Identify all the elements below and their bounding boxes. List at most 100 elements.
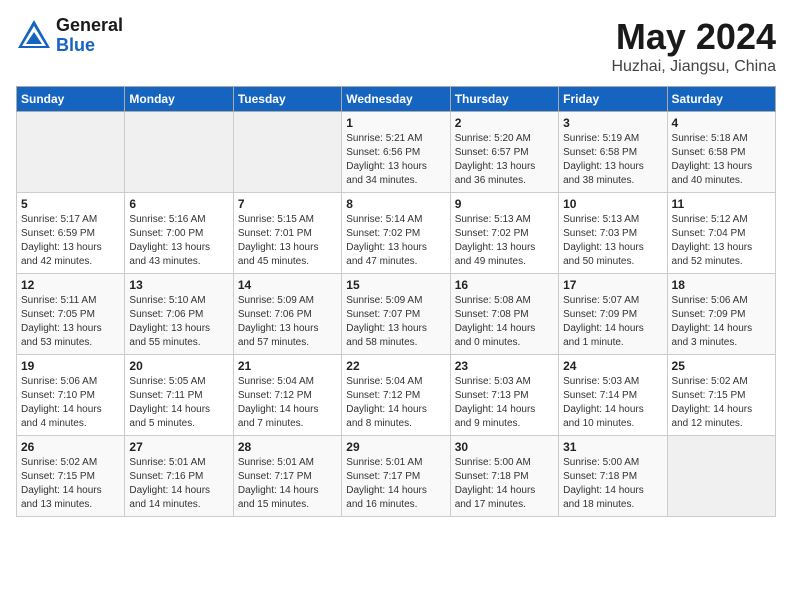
page-header: General Blue May 2024 Huzhai, Jiangsu, C… [16, 16, 776, 76]
day-number: 3 [563, 116, 662, 130]
table-row: 26 Sunrise: 5:02 AMSunset: 7:15 PMDayligh… [17, 436, 125, 517]
day-number: 26 [21, 440, 120, 454]
table-row [233, 112, 341, 193]
cell-content: Sunrise: 5:06 AMSunset: 7:10 PMDaylight:… [21, 375, 120, 431]
table-row: 6Sunrise: 5:16 AMSunset: 7:00 PMDaylight… [125, 193, 233, 274]
table-row: 22 Sunrise: 5:04 AMSunset: 7:12 PMDayligh… [342, 355, 450, 436]
day-number: 11 [672, 197, 771, 211]
logo-icon [16, 18, 52, 54]
table-row: 28 Sunrise: 5:01 AMSunset: 7:17 PMDayligh… [233, 436, 341, 517]
day-number: 1 [346, 116, 445, 130]
table-row: 30Sunrise: 5:00 AMSunset: 7:18 PMDayligh… [450, 436, 558, 517]
day-number: 22 [346, 359, 445, 373]
header-sunday: Sunday [17, 87, 125, 112]
calendar-week-row: 19Sunrise: 5:06 AMSunset: 7:10 PMDayligh… [17, 355, 776, 436]
day-number: 5 [21, 197, 120, 211]
table-row: 21 Sunrise: 5:04 AMSunset: 7:12 PMDayligh… [233, 355, 341, 436]
cell-content: Sunrise: 5:09 AMSunset: 7:07 PMDaylight:… [346, 294, 445, 350]
table-row: 18Sunrise: 5:06 AMSunset: 7:09 PMDayligh… [667, 274, 775, 355]
cell-content: Sunrise: 5:00 AMSunset: 7:18 PMDaylight:… [563, 456, 662, 512]
day-number: 21 [238, 359, 337, 373]
cell-content: Sunrise: 5:13 AMSunset: 7:02 PMDaylight:… [455, 213, 554, 269]
table-row: 23 Sunrise: 5:03 AMSunset: 7:13 PMDayligh… [450, 355, 558, 436]
table-row: 20Sunrise: 5:05 AMSunset: 7:11 PMDayligh… [125, 355, 233, 436]
header-thursday: Thursday [450, 87, 558, 112]
day-number: 8 [346, 197, 445, 211]
logo-blue-text: Blue [56, 36, 123, 56]
day-number: 14 [238, 278, 337, 292]
cell-content: Sunrise: 5:07 AMSunset: 7:09 PMDaylight:… [563, 294, 662, 350]
cell-content: Sunrise: 5:09 AMSunset: 7:06 PMDaylight:… [238, 294, 337, 350]
calendar-week-row: 12Sunrise: 5:11 AMSunset: 7:05 PMDayligh… [17, 274, 776, 355]
cell-content: Sunrise: 5:20 AMSunset: 6:57 PMDaylight:… [455, 132, 554, 188]
cell-content: Sunrise: 5:01 AMSunset: 7:17 PMDaylight:… [346, 456, 445, 512]
day-number: 9 [455, 197, 554, 211]
day-number: 28 [238, 440, 337, 454]
header-wednesday: Wednesday [342, 87, 450, 112]
day-number: 15 [346, 278, 445, 292]
day-number: 30 [455, 440, 554, 454]
cell-content: Sunrise: 5:15 AMSunset: 7:01 PMDaylight:… [238, 213, 337, 269]
table-row: 16Sunrise: 5:08 AMSunset: 7:08 PMDayligh… [450, 274, 558, 355]
table-row: 24Sunrise: 5:03 AMSunset: 7:14 PMDayligh… [559, 355, 667, 436]
day-number: 6 [129, 197, 228, 211]
title-block: May 2024 Huzhai, Jiangsu, China [611, 16, 776, 76]
cell-content: Sunrise: 5:04 AMSunset: 7:12 PMDaylight:… [238, 375, 337, 431]
day-number: 13 [129, 278, 228, 292]
day-number: 12 [21, 278, 120, 292]
header-tuesday: Tuesday [233, 87, 341, 112]
cell-content: Sunrise: 5:01 AMSunset: 7:17 PMDaylight:… [238, 456, 337, 512]
table-row: 2 Sunrise: 5:20 AMSunset: 6:57 PMDaylight… [450, 112, 558, 193]
table-row: 5 Sunrise: 5:17 AMSunset: 6:59 PMDaylight… [17, 193, 125, 274]
cell-content: Sunrise: 5:10 AMSunset: 7:06 PMDaylight:… [129, 294, 228, 350]
weekday-header-row: Sunday Monday Tuesday Wednesday Thursday… [17, 87, 776, 112]
day-number: 7 [238, 197, 337, 211]
cell-content: Sunrise: 5:12 AMSunset: 7:04 PMDaylight:… [672, 213, 771, 269]
logo-text: General Blue [56, 16, 123, 56]
calendar-week-row: 1 Sunrise: 5:21 AMSunset: 6:56 PMDaylight… [17, 112, 776, 193]
day-number: 29 [346, 440, 445, 454]
day-number: 18 [672, 278, 771, 292]
day-number: 4 [672, 116, 771, 130]
table-row: 3 Sunrise: 5:19 AMSunset: 6:58 PMDaylight… [559, 112, 667, 193]
cell-content: Sunrise: 5:02 AMSunset: 7:15 PMDaylight:… [672, 375, 771, 431]
day-number: 27 [129, 440, 228, 454]
logo-general-text: General [56, 16, 123, 36]
cell-content: Sunrise: 5:04 AMSunset: 7:12 PMDaylight:… [346, 375, 445, 431]
table-row [667, 436, 775, 517]
day-number: 23 [455, 359, 554, 373]
calendar-week-row: 5 Sunrise: 5:17 AMSunset: 6:59 PMDaylight… [17, 193, 776, 274]
cell-content: Sunrise: 5:21 AMSunset: 6:56 PMDaylight:… [346, 132, 445, 188]
table-row: 25 Sunrise: 5:02 AMSunset: 7:15 PMDayligh… [667, 355, 775, 436]
header-monday: Monday [125, 87, 233, 112]
table-row: 1 Sunrise: 5:21 AMSunset: 6:56 PMDaylight… [342, 112, 450, 193]
table-row: 17Sunrise: 5:07 AMSunset: 7:09 PMDayligh… [559, 274, 667, 355]
logo: General Blue [16, 16, 123, 56]
table-row: 13 Sunrise: 5:10 AMSunset: 7:06 PMDayligh… [125, 274, 233, 355]
cell-content: Sunrise: 5:02 AMSunset: 7:15 PMDaylight:… [21, 456, 120, 512]
calendar-week-row: 26 Sunrise: 5:02 AMSunset: 7:15 PMDayligh… [17, 436, 776, 517]
table-row: 29 Sunrise: 5:01 AMSunset: 7:17 PMDayligh… [342, 436, 450, 517]
cell-content: Sunrise: 5:03 AMSunset: 7:14 PMDaylight:… [563, 375, 662, 431]
table-row: 31 Sunrise: 5:00 AMSunset: 7:18 PMDayligh… [559, 436, 667, 517]
table-row: 7 Sunrise: 5:15 AMSunset: 7:01 PMDaylight… [233, 193, 341, 274]
cell-content: Sunrise: 5:18 AMSunset: 6:58 PMDaylight:… [672, 132, 771, 188]
cell-content: Sunrise: 5:13 AMSunset: 7:03 PMDaylight:… [563, 213, 662, 269]
calendar-table: Sunday Monday Tuesday Wednesday Thursday… [16, 86, 776, 517]
table-row: 9 Sunrise: 5:13 AMSunset: 7:02 PMDaylight… [450, 193, 558, 274]
day-number: 2 [455, 116, 554, 130]
cell-content: Sunrise: 5:17 AMSunset: 6:59 PMDaylight:… [21, 213, 120, 269]
day-number: 31 [563, 440, 662, 454]
table-row: 15 Sunrise: 5:09 AMSunset: 7:07 PMDayligh… [342, 274, 450, 355]
cell-content: Sunrise: 5:05 AMSunset: 7:11 PMDaylight:… [129, 375, 228, 431]
day-number: 25 [672, 359, 771, 373]
table-row: 14 Sunrise: 5:09 AMSunset: 7:06 PMDayligh… [233, 274, 341, 355]
cell-content: Sunrise: 5:19 AMSunset: 6:58 PMDaylight:… [563, 132, 662, 188]
cell-content: Sunrise: 5:14 AMSunset: 7:02 PMDaylight:… [346, 213, 445, 269]
cell-content: Sunrise: 5:03 AMSunset: 7:13 PMDaylight:… [455, 375, 554, 431]
table-row [17, 112, 125, 193]
day-number: 16 [455, 278, 554, 292]
header-friday: Friday [559, 87, 667, 112]
table-row: 19Sunrise: 5:06 AMSunset: 7:10 PMDayligh… [17, 355, 125, 436]
table-row: 4 Sunrise: 5:18 AMSunset: 6:58 PMDaylight… [667, 112, 775, 193]
